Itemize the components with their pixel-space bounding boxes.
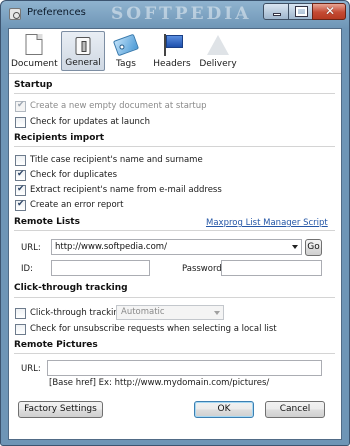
- checkbox-box[interactable]: [15, 100, 26, 112]
- checkbox-box[interactable]: [15, 199, 26, 211]
- click-through-heading: Click-through tracking: [14, 283, 128, 293]
- maximize-icon: [295, 6, 308, 17]
- tab-label: Delivery: [199, 59, 237, 69]
- checkbox-label: Create an error report: [30, 200, 124, 210]
- close-icon: ✕: [325, 4, 336, 18]
- pictures-url-input[interactable]: [48, 361, 321, 375]
- checkbox-box[interactable]: [15, 169, 26, 181]
- create-empty-document-checkbox[interactable]: Create a new empty document at startup: [15, 100, 207, 112]
- extract-name-checkbox[interactable]: Extract recipient's name from e-mail add…: [15, 184, 222, 196]
- remote-pictures-heading: Remote Pictures: [14, 340, 98, 350]
- checkbox-label: Check for duplicates: [30, 170, 118, 180]
- pictures-url-hint: [Base href] Ex: http://www.mydomain.com/…: [49, 378, 270, 388]
- checkbox-box[interactable]: [15, 307, 26, 319]
- close-button[interactable]: ✕: [312, 3, 346, 20]
- tab-label: Tags: [116, 59, 136, 69]
- checkbox-box[interactable]: [15, 154, 26, 166]
- maximize-button[interactable]: [288, 3, 313, 20]
- toolbar-divider: [9, 73, 341, 74]
- tab-document[interactable]: Document: [11, 31, 58, 71]
- flag-icon: [162, 34, 183, 56]
- pictures-url-field[interactable]: [47, 360, 322, 376]
- recipients-import-heading: Recipients import: [14, 133, 105, 143]
- checkbox-box[interactable]: [15, 184, 26, 196]
- minimize-icon: [273, 13, 281, 16]
- cancel-button[interactable]: Cancel: [265, 401, 325, 418]
- id-label: ID:: [21, 264, 33, 274]
- id-field[interactable]: [51, 260, 150, 276]
- tab-tags[interactable]: Tags: [111, 31, 141, 71]
- preferences-panel: Document General Tags Headers Delivery S…: [8, 28, 342, 440]
- tab-label: Document: [11, 59, 58, 69]
- password-field[interactable]: [221, 260, 322, 276]
- divider: [14, 297, 335, 298]
- startup-heading: Startup: [14, 80, 53, 90]
- document-icon: [25, 34, 43, 55]
- chevron-down-icon[interactable]: [292, 245, 298, 249]
- minimize-button[interactable]: [263, 3, 289, 20]
- checkbox-label: Click-through tracking: [30, 308, 125, 318]
- remote-list-url-input[interactable]: [52, 240, 301, 254]
- checkbox-label: Check for unsubscribe requests when sele…: [30, 324, 277, 334]
- tab-headers[interactable]: Headers: [152, 31, 192, 71]
- url-label: URL:: [21, 243, 41, 253]
- tab-label: General: [65, 58, 101, 68]
- tag-icon: [112, 33, 140, 57]
- divider: [14, 146, 335, 147]
- divider: [14, 93, 335, 94]
- title-bar[interactable]: Preferences SOFTPEDIA ✕: [1, 1, 349, 27]
- checkbox-box[interactable]: [15, 116, 26, 128]
- tracking-mode-value: Automatic: [121, 307, 165, 317]
- tracking-mode-select[interactable]: Automatic: [116, 305, 224, 320]
- divider: [14, 230, 335, 231]
- checkbox-box[interactable]: [15, 323, 26, 335]
- checkbox-label: Create a new empty document at startup: [30, 101, 207, 111]
- title-case-checkbox[interactable]: Title case recipient's name and surname: [15, 154, 203, 166]
- app-icon: [9, 8, 21, 20]
- checkbox-label: Extract recipient's name from e-mail add…: [30, 185, 222, 195]
- go-button[interactable]: Go: [305, 239, 322, 256]
- maxprog-script-link[interactable]: Maxprog List Manager Script: [206, 218, 328, 228]
- tab-general[interactable]: General: [61, 31, 105, 71]
- checkbox-label: Title case recipient's name and surname: [30, 155, 203, 165]
- checkbox-label: Check for updates at launch: [30, 117, 150, 127]
- preferences-window: Preferences SOFTPEDIA ✕ Document General…: [0, 0, 350, 446]
- remote-lists-heading: Remote Lists: [14, 217, 80, 227]
- paper-plane-icon: [207, 35, 229, 55]
- error-report-checkbox[interactable]: Create an error report: [15, 199, 123, 211]
- preferences-toolbar: Document General Tags Headers Delivery: [9, 29, 341, 73]
- remote-list-url-combobox[interactable]: [51, 239, 302, 255]
- general-icon: [75, 37, 91, 55]
- ok-button[interactable]: OK: [194, 401, 254, 418]
- password-input[interactable]: [222, 261, 321, 275]
- factory-settings-button[interactable]: Factory Settings: [18, 401, 103, 418]
- tab-label: Headers: [153, 59, 191, 69]
- divider: [14, 353, 335, 354]
- click-through-checkbox[interactable]: Click-through tracking: [15, 307, 124, 319]
- window-title: Preferences: [27, 7, 86, 18]
- chevron-down-icon: [214, 311, 220, 315]
- check-updates-checkbox[interactable]: Check for updates at launch: [15, 116, 150, 128]
- check-duplicates-checkbox[interactable]: Check for duplicates: [15, 169, 117, 181]
- watermark: SOFTPEDIA: [111, 4, 252, 24]
- pictures-url-label: URL:: [21, 364, 41, 374]
- unsubscribe-checkbox[interactable]: Check for unsubscribe requests when sele…: [15, 323, 277, 335]
- password-label: Password:: [182, 264, 225, 274]
- id-input[interactable]: [52, 261, 149, 275]
- tab-delivery[interactable]: Delivery: [198, 31, 238, 71]
